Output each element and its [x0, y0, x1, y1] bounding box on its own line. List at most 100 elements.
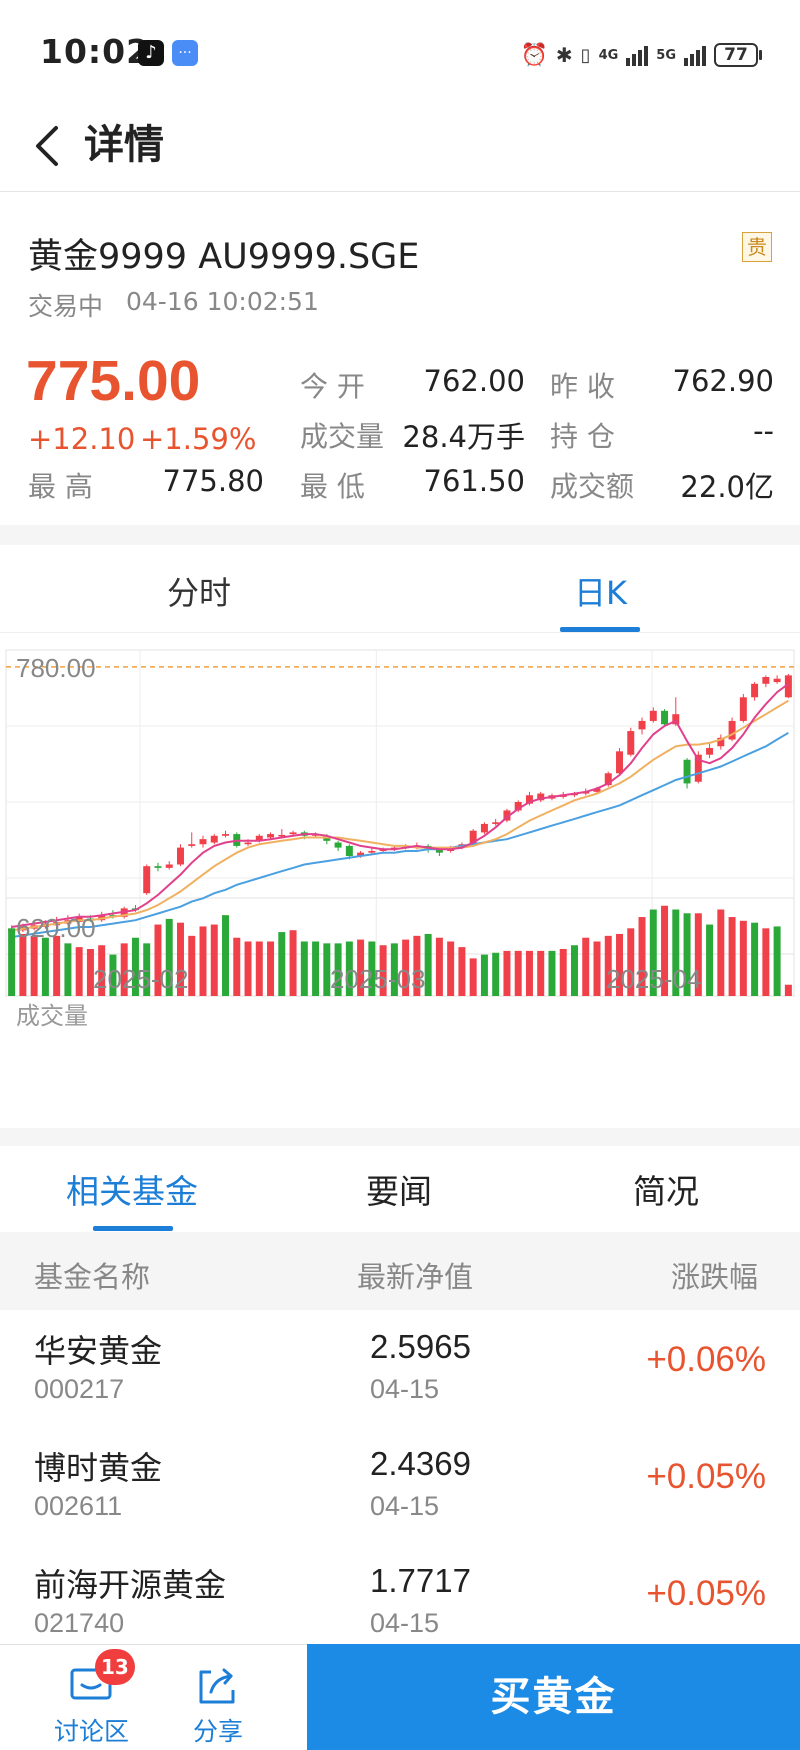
volume-bar: [199, 926, 207, 996]
candle-body: [649, 710, 657, 721]
low-value: 761.50: [423, 464, 525, 498]
bluetooth-icon: ✱: [555, 43, 573, 67]
candle-body: [492, 822, 500, 824]
fund-nav-date: 04-15: [370, 1374, 440, 1404]
volume-bar: [559, 949, 567, 996]
share-icon: [199, 1668, 235, 1704]
fund-nav: 2.5965: [370, 1328, 471, 1365]
candle-body: [188, 844, 196, 846]
candle-body: [334, 842, 342, 848]
volume-bar: [537, 950, 545, 996]
candle-body: [661, 710, 669, 725]
back-arrow-icon[interactable]: [28, 122, 68, 170]
volume-bar: [582, 937, 590, 996]
candle-body: [199, 839, 207, 845]
volume-bar: [548, 950, 556, 996]
candle-body: [480, 823, 488, 833]
header-change: 涨跌幅: [671, 1260, 759, 1294]
volume-bar: [64, 943, 72, 996]
page-title: 详情: [84, 122, 164, 168]
prev-close-value: 762.90: [672, 364, 774, 398]
turnover-label: 成交额: [550, 470, 635, 503]
message-icon: ···: [172, 40, 198, 66]
high-label: 最 高: [28, 470, 93, 503]
tiktok-icon: ♪: [138, 40, 164, 66]
section-divider-2: [0, 1128, 800, 1146]
volume-bar: [289, 930, 297, 996]
current-price: 775.00: [26, 349, 201, 413]
volume-bar: [492, 952, 500, 996]
candle-body: [368, 850, 376, 853]
trade-timestamp: 04-16 10:02:51: [126, 287, 319, 316]
volume-bar: [267, 941, 275, 996]
tab-intraday[interactable]: 分时: [167, 568, 231, 614]
volume-bar: [447, 941, 455, 996]
tab-news[interactable]: 要闻: [366, 1165, 432, 1213]
volume-bar: [503, 950, 511, 996]
candle-body: [222, 834, 230, 836]
y-label-top: 780.00: [16, 653, 96, 683]
fund-change: +0.05%: [646, 1457, 766, 1496]
price-change-percent: +1.59%: [140, 422, 257, 456]
volume-bar: [784, 984, 792, 996]
tab-active-indicator: [560, 627, 640, 632]
fund-name: 前海开源黄金: [34, 1566, 227, 1604]
x-label-apr: 2025-04: [606, 964, 701, 994]
battery-level: 77: [714, 43, 758, 67]
candle-body: [210, 835, 218, 843]
volume-bar: [255, 941, 263, 996]
volume-bar: [278, 932, 286, 996]
discuss-count-badge: 13: [95, 1649, 135, 1685]
status-indicators: ⏰ ✱ ▯ 4G 5G 77: [520, 40, 762, 70]
volume-bar: [8, 928, 16, 996]
position-label: 持 仓: [550, 420, 615, 453]
candle-body: [176, 847, 184, 865]
discuss-label: 讨论区: [54, 1717, 130, 1746]
buy-gold-button[interactable]: 买黄金: [307, 1644, 800, 1750]
volume-bar: [233, 937, 241, 996]
x-label-feb: 2025-02: [93, 964, 188, 994]
volume-bar: [525, 950, 533, 996]
candle-body: [638, 720, 646, 730]
fund-name: 博时黄金: [34, 1449, 163, 1487]
candle-body: [154, 866, 162, 868]
volume-bar: [717, 909, 725, 996]
fund-code: 021740: [34, 1608, 125, 1638]
candle-body: [165, 864, 173, 868]
trade-status: 交易中: [28, 292, 104, 321]
volume-bar: [188, 935, 196, 996]
volume-bar: [312, 941, 320, 996]
candle-body: [616, 751, 624, 774]
status-bar: 10:02 ♪ ··· ⏰ ✱ ▯ 4G 5G 77: [0, 0, 800, 100]
k-line-chart[interactable]: 780.00 620.00 2025-02 2025-03 2025-04 成交…: [0, 640, 800, 1110]
y-label-bottom: 620.00: [16, 913, 96, 943]
candle-body: [267, 834, 275, 838]
vibrate-icon: ▯: [580, 44, 591, 66]
volume-bar: [762, 928, 770, 996]
ma10-line: [11, 699, 789, 932]
low-label: 最 低: [300, 470, 365, 503]
volume-bar: [210, 924, 218, 996]
ma5-line: [11, 682, 789, 928]
volume-bar: [751, 922, 759, 996]
volume-bar: [19, 933, 27, 996]
tab-related-funds[interactable]: 相关基金: [66, 1165, 198, 1213]
tab-daily-k[interactable]: 日K: [574, 568, 627, 614]
candle-body: [683, 759, 691, 784]
volume-bar: [244, 941, 252, 996]
volume-bar: [30, 935, 38, 996]
candle-body: [751, 683, 759, 698]
share-label: 分享: [193, 1717, 244, 1746]
fund-code: 002611: [34, 1491, 123, 1521]
tab-overview[interactable]: 简况: [633, 1165, 699, 1213]
candle-body: [728, 720, 736, 740]
volume-bar: [739, 920, 747, 996]
signal-4g-icon: [626, 44, 649, 66]
candle-body: [143, 866, 151, 894]
fund-nav: 1.7717: [370, 1562, 471, 1599]
candle-body: [627, 731, 635, 755]
volume-title: 成交量: [16, 1002, 88, 1030]
info-tab-active-indicator: [93, 1226, 173, 1231]
volume-bar: [458, 947, 466, 996]
volume-bar: [706, 924, 714, 996]
